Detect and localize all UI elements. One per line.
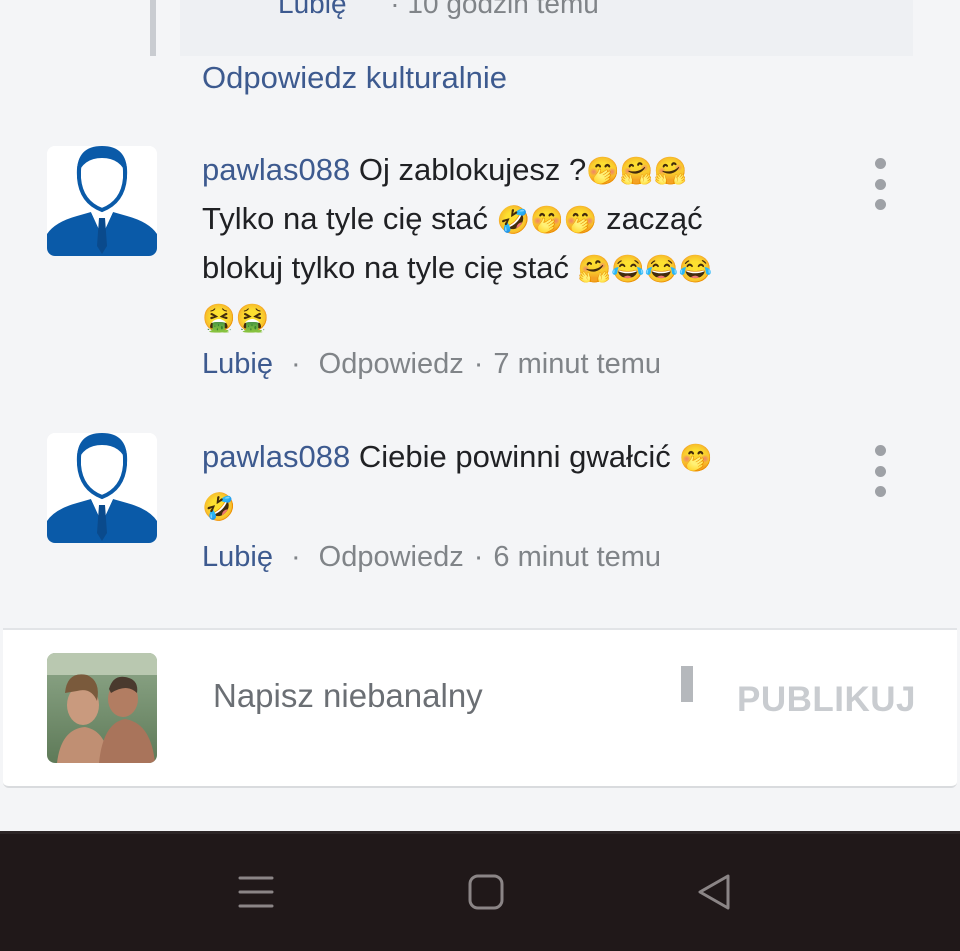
comment-input[interactable]: Napisz niebanalny komentarz bbox=[213, 674, 543, 726]
like-button[interactable]: Lubię bbox=[202, 348, 273, 380]
comment-author[interactable]: pawlas088 bbox=[202, 152, 350, 187]
comment-time: 6 minut temu bbox=[493, 541, 662, 573]
system-navigation-bar bbox=[0, 831, 960, 951]
avatar[interactable] bbox=[47, 433, 157, 543]
comment-author[interactable]: pawlas088 bbox=[202, 439, 350, 474]
home-icon[interactable] bbox=[466, 872, 506, 912]
previous-reply-time: · 10 godzin temu bbox=[390, 0, 599, 19]
publish-button[interactable]: PUBLIKUJ bbox=[737, 680, 916, 720]
more-options-icon[interactable] bbox=[866, 158, 894, 210]
previous-reply-meta: Lubię · 10 godzin temu bbox=[278, 0, 599, 20]
user-photo-icon bbox=[47, 653, 157, 763]
reply-button[interactable]: Odpowiedz bbox=[319, 541, 464, 573]
text-cursor bbox=[681, 666, 693, 702]
user-avatar bbox=[47, 653, 157, 763]
like-button[interactable]: Lubię bbox=[202, 541, 273, 573]
reply-button[interactable]: Odpowiedz bbox=[319, 348, 464, 380]
comment-text: pawlas088 Oj zablokujesz ?🤭🤗🤗 Tylko na t… bbox=[202, 152, 713, 333]
thread-line bbox=[150, 0, 156, 56]
back-icon[interactable] bbox=[694, 872, 734, 912]
avatar[interactable] bbox=[47, 146, 157, 256]
menu-icon[interactable] bbox=[236, 872, 276, 912]
previous-like-button[interactable]: Lubię bbox=[278, 0, 347, 19]
default-avatar-icon bbox=[47, 146, 157, 256]
reply-politely-link[interactable]: Odpowiedz kulturalnie bbox=[202, 60, 507, 96]
default-avatar-icon bbox=[47, 433, 157, 543]
comment-composer: Napisz niebanalny komentarz PUBLIKUJ bbox=[3, 628, 957, 788]
comment-text: pawlas088 Ciebie powinni gwałcić 🤭 🤣 bbox=[202, 439, 713, 522]
more-options-icon[interactable] bbox=[866, 445, 894, 497]
comment-meta: Lubię · Odpowiedz · 6 minut temu bbox=[202, 541, 662, 573]
comment-time: 7 minut temu bbox=[493, 348, 662, 380]
comment-meta: Lubię · Odpowiedz · 7 minut temu bbox=[202, 348, 662, 380]
